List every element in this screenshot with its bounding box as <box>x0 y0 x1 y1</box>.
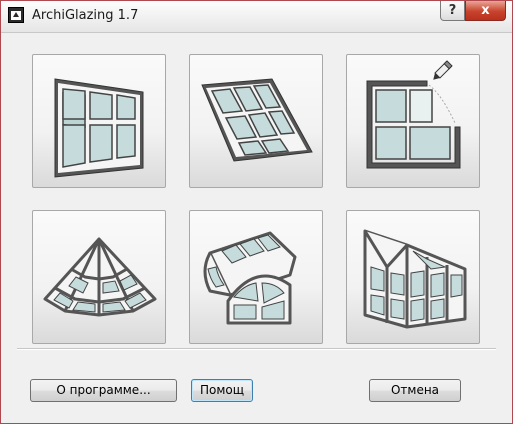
titlebar-close-button[interactable]: x <box>465 1 506 21</box>
vault-roof-tile-button[interactable] <box>189 210 323 344</box>
title-bar: ArchiGlazing 1.7 ? x <box>1 1 512 33</box>
conservatory-icon <box>363 229 467 329</box>
vault-roof-icon <box>203 231 297 325</box>
dialog-content: О программе... Помощ Отмена <box>10 33 503 414</box>
pyramid-roof-tile-button[interactable] <box>32 210 166 344</box>
window-tile-button[interactable] <box>32 54 166 188</box>
app-icon <box>8 7 24 23</box>
window-title: ArchiGlazing 1.7 <box>32 8 139 23</box>
window-icon <box>54 78 144 178</box>
dialog-window: ArchiGlazing 1.7 ? x О программе... Помо… <box>0 0 513 424</box>
conservatory-tile-button[interactable] <box>346 210 480 344</box>
custom-window-tile-button[interactable] <box>346 54 480 188</box>
cancel-button[interactable]: Отмена <box>369 379 461 402</box>
help-button[interactable]: Помощ <box>191 379 253 402</box>
inclined-window-icon <box>201 78 313 162</box>
custom-window-icon <box>366 60 461 169</box>
inclined-window-tile-button[interactable] <box>189 54 323 188</box>
titlebar-help-button[interactable]: ? <box>440 1 465 21</box>
pyramid-roof-icon <box>43 237 157 317</box>
separator <box>17 348 496 350</box>
about-button[interactable]: О программе... <box>30 379 177 402</box>
pencil-icon <box>433 60 453 80</box>
